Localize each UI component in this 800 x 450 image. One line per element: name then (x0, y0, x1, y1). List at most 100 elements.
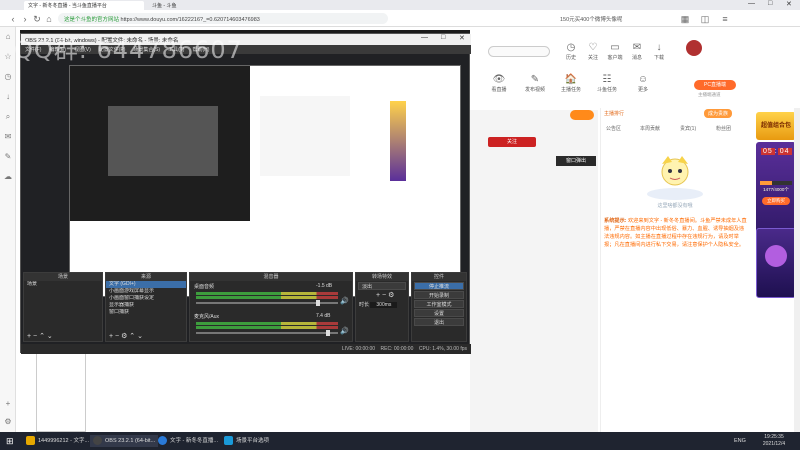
preview-nested-page (260, 96, 350, 176)
address-bar[interactable]: 这是个斗鱼的官方网站 https://www.douyu.com/1622216… (58, 13, 388, 24)
source-item[interactable]: 文字 (GDI+) (106, 281, 186, 288)
message-icon[interactable]: ✉ 消息 (626, 42, 648, 61)
clock[interactable]: 19:25:35 2021/12/4 (752, 434, 796, 448)
exit-button[interactable]: 退出 (414, 318, 464, 326)
source-item[interactable]: 窗口捕获 (106, 309, 186, 316)
preview-nested-video (108, 106, 218, 176)
history-icon[interactable]: ◷ 历史 (560, 42, 582, 61)
sidebar-chat-icon[interactable]: ✉ (3, 132, 13, 142)
download-icon[interactable]: ↓ 下载 (648, 42, 670, 61)
sidebar-star-icon[interactable]: ☆ (3, 52, 13, 62)
studio-mode-button[interactable]: 工作室模式 (414, 300, 464, 308)
chat-tab-fans[interactable]: 粉丝团 (716, 125, 731, 132)
transitions-panel: 转场特效 淡出 + − ⚙ 时长 300ms (355, 272, 409, 342)
cart-icon[interactable]: ◫ (700, 14, 710, 24)
nav-publish[interactable]: ✎ 发布视频 (524, 74, 546, 93)
mixer-head: 混音器 (190, 273, 352, 281)
sidebar-cloud-icon[interactable]: ☁ (3, 172, 13, 182)
scene-item[interactable]: 场景 (24, 281, 102, 288)
side-ad-title[interactable]: 超值组合包 (756, 112, 796, 140)
language-indicator[interactable]: ENG (734, 435, 746, 447)
sidebar-download-icon[interactable]: ↓ (3, 92, 13, 102)
scenes-panel: 场景 场景 + − ⌃ ⌄ (23, 272, 103, 342)
controls-panel: 控件 停止推流 开始录制 工作室模式 设置 退出 (411, 272, 467, 342)
side-ad-text: 1477/4000个 (763, 187, 789, 192)
source-add-icon[interactable]: + − ⚙ ⌃ ⌄ (109, 332, 143, 340)
volume-slider[interactable] (196, 330, 338, 336)
browser-tab-bar: 文字 - 新冬冬直播 - 当斗鱼直播平台 斗鱼 - 斗鱼 — □ ✕ (0, 0, 800, 10)
forward-icon[interactable]: › (20, 14, 30, 24)
transition-add-icon[interactable]: + − ⚙ (356, 291, 408, 299)
mixer-channel-level: 7.4 dB (316, 313, 331, 319)
pc-live-button[interactable]: PC直播端 (694, 80, 736, 90)
countdown: 05:04 (761, 148, 792, 155)
sidebar-note-icon[interactable]: ✎ (3, 152, 13, 162)
stop-streaming-button[interactable]: 停止推流 (414, 282, 464, 290)
source-item[interactable]: 小画面窗口捕获设定 (106, 295, 186, 302)
buy-button[interactable]: 立即购买 (762, 197, 790, 205)
duration-input[interactable]: 300ms (370, 302, 398, 308)
search-input[interactable] (488, 46, 550, 57)
nav-anchor-task[interactable]: 🏠 主播任务 (560, 74, 582, 93)
settings-button[interactable]: 设置 (414, 309, 464, 317)
minimize-icon[interactable]: — (748, 0, 755, 7)
start-recording-button[interactable]: 开始录制 (414, 291, 464, 299)
taskbar-item[interactable]: 文字 - 新冬冬直播... (158, 435, 218, 447)
rank-button[interactable]: 成为贵族 (704, 109, 733, 118)
chat-tab-vip[interactable]: 贵宾(1) (680, 125, 696, 132)
close-icon[interactable]: ✕ (786, 0, 792, 8)
nav-watch[interactable]: 👁 看直播 (488, 74, 510, 93)
controls-head: 控件 (412, 273, 466, 281)
back-icon[interactable]: ‹ (8, 14, 18, 24)
follow-button[interactable]: 关注 (488, 137, 536, 147)
obs-maximize-icon[interactable]: □ (441, 34, 445, 41)
chat-tab-contrib[interactable]: 本周贡献 (640, 125, 660, 132)
speaker-icon[interactable]: 🔊 (340, 297, 349, 305)
rank-tab[interactable]: 主播排行 (604, 111, 624, 117)
refresh-icon[interactable]: ↻ (32, 14, 42, 24)
avatar[interactable] (686, 40, 702, 56)
system-label: 系统提示: (604, 218, 627, 224)
obs-status-bar: LIVE: 00:00:00 REC: 00:00:00 CPU: 1.4%, … (21, 344, 471, 354)
browser-tab-active[interactable]: 文字 - 新冬冬直播 - 当斗鱼直播平台 (24, 1, 144, 10)
follow-icon[interactable]: ♡ 关注 (582, 42, 604, 61)
chat-tab-notice[interactable]: 公告区 (606, 125, 621, 132)
taskbar-item[interactable]: 1449996212 - 文字... (26, 435, 89, 447)
orange-pill[interactable] (570, 110, 594, 120)
client-icon[interactable]: ▭ 客户端 (604, 42, 626, 61)
obs-preview[interactable] (69, 65, 461, 297)
maximize-icon[interactable]: □ (768, 0, 772, 7)
anime-mascot-icon (647, 156, 703, 200)
clock-date: 2021/12/4 (762, 441, 786, 447)
taskbar-item-obs[interactable]: OBS 23.2.1 (64-bit... (90, 435, 159, 447)
taskbar-item[interactable]: 场景平台选项 (224, 435, 269, 447)
obs-minimize-icon[interactable]: — (421, 34, 428, 41)
volume-slider[interactable] (196, 300, 338, 306)
page-scrollbar[interactable] (794, 108, 800, 432)
source-item[interactable]: 显示器捕获 (106, 302, 186, 309)
toolbar-right-text[interactable]: 150元买400个微博头像呢 (560, 15, 622, 23)
transitions-head: 转场特效 (356, 273, 408, 281)
source-item[interactable]: 小画面游戏屏幕显示 (106, 288, 186, 295)
home-icon[interactable]: ⌂ (44, 14, 54, 24)
side-ad-second[interactable] (756, 228, 796, 298)
screen: 文字 - 新冬冬直播 - 当斗鱼直播平台 斗鱼 - 斗鱼 — □ ✕ ‹ › ↻… (0, 0, 800, 450)
sidebar-add-icon[interactable]: + (3, 399, 13, 409)
sidebar-home-icon[interactable]: ⌂ (3, 32, 13, 42)
sources-panel: 来源 文字 (GDI+) 小画面游戏屏幕显示 小画面窗口捕获设定 显示器捕获 窗… (105, 272, 187, 342)
popout-button[interactable]: 窗口弹出 (556, 156, 596, 166)
nav-douyu-task[interactable]: ☷ 斗鱼任务 (596, 74, 618, 93)
menu-icon[interactable]: ≡ (720, 14, 730, 24)
speaker-icon[interactable]: 🔊 (340, 327, 349, 335)
sidebar-search-icon[interactable]: ⌕ (3, 112, 13, 122)
transition-select[interactable]: 淡出 (358, 282, 406, 290)
sidebar-settings-icon[interactable]: ⚙ (3, 417, 13, 427)
nav-more[interactable]: ☺ 更多 (632, 74, 654, 93)
start-icon[interactable]: ⊞ (6, 435, 14, 447)
grid-icon[interactable]: ▦ (680, 14, 690, 24)
browser-tab[interactable]: 斗鱼 - 斗鱼 (148, 1, 208, 10)
obs-close-icon[interactable]: ✕ (459, 34, 465, 42)
sidebar-history-icon[interactable]: ◷ (3, 72, 13, 82)
system-message: 系统提示: 欢迎来到文字 - 新冬冬直播间。斗鱼严禁未成年人直播，严禁在直播内容… (604, 217, 748, 249)
scene-add-icon[interactable]: + − ⌃ ⌄ (27, 332, 53, 340)
